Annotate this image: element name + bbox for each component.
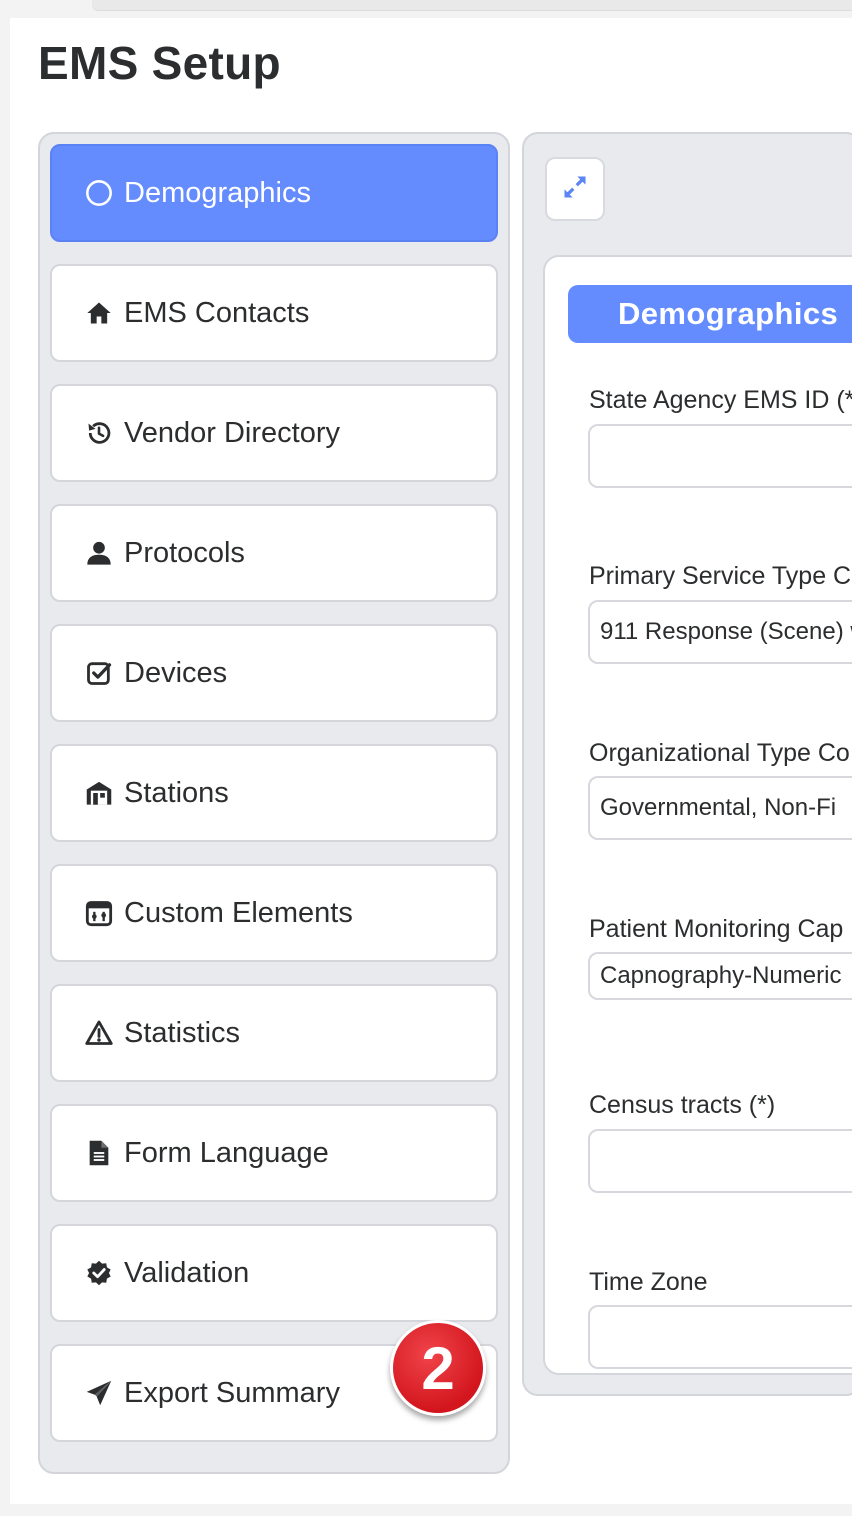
field-label-primary-service-type: Primary Service Type Co: [589, 562, 852, 590]
census-tracts-input[interactable]: [588, 1129, 852, 1193]
circle-outline-icon: [84, 178, 114, 208]
warning-icon: [84, 1018, 114, 1048]
patient-monitoring-select[interactable]: Capnography-Numeric: [588, 952, 852, 1000]
paper-plane-icon: [84, 1378, 114, 1408]
sidebar-item-label: Form Language: [124, 1136, 329, 1169]
user-icon: [84, 538, 114, 568]
browser-top-bar: [92, 0, 852, 11]
field-label-time-zone: Time Zone: [589, 1268, 708, 1296]
sidebar-item-validation[interactable]: Validation: [50, 1224, 498, 1322]
verified-badge-icon: [84, 1258, 114, 1288]
sidebar-item-label: Validation: [124, 1256, 250, 1289]
sidebar-item-label: Vendor Directory: [124, 416, 340, 449]
sidebar-item-vendor-directory[interactable]: Vendor Directory: [50, 384, 498, 482]
sidebar-item-devices[interactable]: Devices: [50, 624, 498, 722]
sidebar-item-label: Devices: [124, 656, 228, 689]
sidebar-item-demographics[interactable]: Demographics: [50, 144, 498, 242]
sidebar-item-label: Stations: [124, 776, 229, 809]
sidebar-item-label: Export Summary: [124, 1376, 340, 1409]
home-icon: [84, 298, 114, 328]
step-badge: 2: [390, 1320, 486, 1416]
page-title: EMS Setup: [38, 37, 281, 89]
expand-icon: [561, 173, 589, 206]
sidebar-item-label: Demographics: [124, 176, 311, 209]
sidebar-item-custom-elements[interactable]: Custom Elements: [50, 864, 498, 962]
primary-service-type-select[interactable]: 911 Response (Scene) w: [588, 600, 852, 664]
sidebar-item-protocols[interactable]: Protocols: [50, 504, 498, 602]
building-icon: [84, 778, 114, 808]
history-icon: [84, 418, 114, 448]
field-label-organizational-type: Organizational Type Co: [589, 739, 850, 767]
section-header-demographics: Demographics: [568, 285, 852, 343]
sidebar-item-statistics[interactable]: Statistics: [50, 984, 498, 1082]
field-label-state-agency-ems-id: State Agency EMS ID (*: [589, 386, 852, 414]
expand-button[interactable]: [545, 157, 605, 221]
sidebar-item-label: Custom Elements: [124, 896, 353, 929]
field-label-census-tracts: Census tracts (*): [589, 1091, 776, 1119]
sliders-icon: [84, 898, 114, 928]
organizational-type-select[interactable]: Governmental, Non-Fi: [588, 776, 852, 840]
field-label-patient-monitoring: Patient Monitoring Cap: [589, 915, 844, 943]
sidebar-item-ems-contacts[interactable]: EMS Contacts: [50, 264, 498, 362]
checkbox-icon: [84, 658, 114, 688]
sidebar-item-form-language[interactable]: Form Language: [50, 1104, 498, 1202]
time-zone-select[interactable]: [588, 1305, 852, 1369]
state-agency-ems-id-input[interactable]: [588, 424, 852, 488]
sidebar-item-label: Statistics: [124, 1016, 241, 1049]
sidebar-item-label: Protocols: [124, 536, 245, 569]
sidebar-item-stations[interactable]: Stations: [50, 744, 498, 842]
sidebar-item-label: EMS Contacts: [124, 296, 310, 329]
document-icon: [84, 1138, 114, 1168]
